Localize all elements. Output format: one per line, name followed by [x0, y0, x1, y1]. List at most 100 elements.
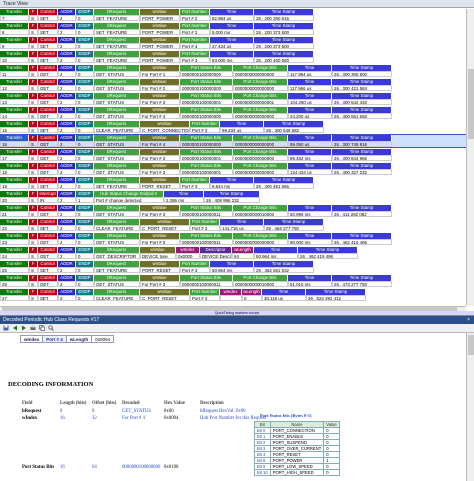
control-value: GET [38, 99, 58, 105]
addr-value: 2 [58, 183, 76, 189]
transfer-row[interactable]: Transfer 12 F S Control GET ADDR 2 ENDP 0 bRequest… [0, 79, 466, 91]
port-number-value: Port # 4 [180, 43, 210, 49]
time-value: 51.015 ms [288, 281, 332, 287]
transfer-row[interactable]: Transfer 19 F S Control SET ADDR 2 ENDP 0 bRequest… [0, 177, 466, 189]
endp-value: 1 [76, 197, 94, 203]
decoded-length: 16 [60, 416, 65, 421]
port-change-bits-value: 0000000000010000 [233, 211, 288, 217]
timestamp-value: 26 . 411 282 082 [332, 211, 392, 217]
brequest-value: SET_FEATURE [94, 43, 140, 49]
windex-value: For Port # 3 [140, 239, 180, 245]
transfer-id: 23 [0, 239, 29, 245]
status-bit-bit: Bit 10 [254, 469, 271, 476]
copy-icon[interactable] [39, 325, 45, 331]
decoded-vertical-scrollbar[interactable] [466, 333, 474, 481]
close-icon[interactable]: × [467, 316, 474, 324]
back-icon[interactable] [12, 325, 18, 331]
windex-value: For Port # 3 [140, 99, 180, 105]
transfer-id: 27 [0, 295, 29, 301]
transfer-id: 14 [0, 113, 29, 119]
status-bit-name: PORT_HIGH_SPEED [269, 469, 325, 476]
forward-icon[interactable] [21, 325, 27, 331]
transfer-row[interactable]: Transfer 20 F S Interrupt IN ADDR 2 ENDP 1 Hub Sta… [0, 191, 466, 203]
addr-value: 2 [58, 239, 76, 245]
windex-value: For Port # 3 [140, 155, 180, 161]
timestamp-value: 26 . 400 451 666 [254, 183, 314, 189]
port-change-bits-value: 0000000000000000 [233, 239, 288, 245]
transfer-row[interactable]: Transfer 27 F S Control SET ADDR 2 ENDP 0 bRequest… [0, 289, 466, 301]
transfer-id: 20 [0, 197, 29, 203]
transfer-row[interactable]: Transfer 14 F S Control GET ADDR 2 ENDP 0 bRequest… [0, 107, 466, 119]
transfer-row[interactable]: Transfer 24 F S Control GET ADDR 2 ENDP 0 bRequest… [0, 247, 466, 259]
transfer-row[interactable]: Transfer 8 F S Control SET ADDR 2 ENDP 0 bRequest S… [0, 23, 466, 35]
transfer-row[interactable]: Transfer 9 F S Control SET ADDR 2 ENDP 0 bRequest S… [0, 37, 466, 49]
transfer-row[interactable]: Transfer 17 F S Control GET ADDR 2 ENDP 0 bRequest… [0, 149, 466, 161]
control-value: SET [38, 225, 58, 231]
port-number-value: Port # 3 [180, 267, 210, 273]
f-value: S [29, 71, 38, 77]
port-change-bits-value: 0000000000000000 [233, 169, 288, 175]
timestamp-value: 26 . 300 305 800 [332, 71, 392, 77]
windex-value: For Port # 4 [140, 113, 180, 119]
control-value: IN [38, 197, 58, 203]
time-value: 30.118 us [262, 295, 306, 301]
save-icon[interactable] [3, 325, 9, 331]
decoded-offset: 64 [92, 465, 97, 470]
endp-value: 0 [76, 85, 94, 91]
scrollbar-thumb[interactable] [468, 69, 474, 139]
addr-value: 2 [58, 253, 76, 259]
windex-value: For Port # 3 [140, 169, 180, 175]
transfer-row[interactable]: Transfer 18 F S Control GET ADDR 2 ENDP 0 bRequest… [0, 163, 466, 175]
decoded-content: wIndex Port # 4 wLength 0x0004 DECODING … [0, 333, 466, 481]
endp-value: 0 [76, 281, 94, 287]
timestamp-value: 26 . 300 646 682 [264, 127, 324, 133]
transfer-row[interactable]: Transfer 23 F S Control GET ADDR 2 ENDP 0 bRequest… [0, 233, 466, 245]
trace-vertical-scrollbar[interactable] [466, 9, 474, 306]
wvalue-value: C_PORT_RESET [140, 225, 190, 231]
endp-value: 0 [76, 29, 94, 35]
timestamp-value: 26 . 462 277 750 [264, 225, 324, 231]
endp-value: 0 [76, 71, 94, 77]
column-header: Length (bits) [60, 401, 87, 406]
addr-value: 2 [58, 57, 76, 63]
endp-value: 0 [76, 127, 94, 133]
port-status-bits-value: 0000000100000000 [180, 71, 233, 77]
addr-value: 2 [58, 29, 76, 35]
time-value: 83.000 ms [210, 57, 254, 63]
transfer-row[interactable]: Transfer 7 F S Control SET ADDR 2 ENDP 0 bRequest S… [0, 9, 466, 21]
scrollbar-thumb[interactable] [468, 335, 474, 355]
transfer-row[interactable]: Transfer 16 F S Control GET ADDR 2 ENDP 0 bRequest… [0, 134, 466, 148]
transfer-row[interactable]: Transfer 22 F S Control SET ADDR 2 ENDP 0 bRequest… [0, 219, 466, 231]
column-header: Description [200, 401, 224, 406]
wlength-value: 64 [232, 253, 254, 259]
decoded-decoded: 0000000100000000 [122, 465, 161, 470]
brequest-value: GET_STATUS [94, 99, 140, 105]
brequest-value: SET_FEATURE [94, 57, 140, 63]
transfer-row[interactable]: Transfer 15 F S Control SET ADDR 2 ENDP 0 bRequest… [0, 121, 466, 133]
transfer-row[interactable]: Transfer 11 F S Control GET ADDR 2 ENDP 0 bRequest… [0, 65, 466, 77]
endp-value: 0 [76, 211, 94, 217]
transfer-row[interactable]: Transfer 25 F S Control SET ADDR 2 ENDP 0 bRequest… [0, 261, 466, 273]
transfer-id: 24 [0, 253, 29, 259]
transfer-row[interactable]: Transfer 13 F S Control GET ADDR 2 ENDP 0 bRequest… [0, 93, 466, 105]
time-value: 50.964 ms [254, 253, 298, 259]
brequest-value: GET_STATUS [94, 169, 140, 175]
transfer-id: 8 [0, 29, 29, 35]
control-value: SET [38, 267, 58, 273]
f-value: S [29, 141, 38, 147]
transfer-id: 16 [0, 141, 29, 147]
transfer-list[interactable]: Transfer 7 F S Control SET ADDR 2 ENDP 0 bRequest S… [0, 9, 466, 306]
brequest-value: GET_STATUS [94, 281, 140, 287]
trace-view-title: Trace View [0, 0, 474, 8]
print-icon[interactable] [30, 325, 36, 331]
decoded-field: Port Status Bits [22, 465, 55, 470]
timestamp-value: 26 . 300 421 584 [332, 85, 392, 91]
transfer-id: 22 [0, 225, 29, 231]
f-value: S [29, 239, 38, 245]
transfer-row[interactable]: Transfer 21 F S Control GET ADDR 2 ENDP 0 bRequest… [0, 205, 466, 217]
transfer-row[interactable]: Transfer 26 F S Control GET ADDR 2 ENDP 0 bRequest… [0, 275, 466, 287]
time-value: 24.200 us [288, 113, 332, 119]
status-bits-column-header: Value [323, 421, 340, 428]
transfer-row[interactable]: Transfer 10 F S Control SET ADDR 2 ENDP 0 bRequest… [0, 51, 466, 63]
find-icon[interactable] [48, 325, 54, 331]
